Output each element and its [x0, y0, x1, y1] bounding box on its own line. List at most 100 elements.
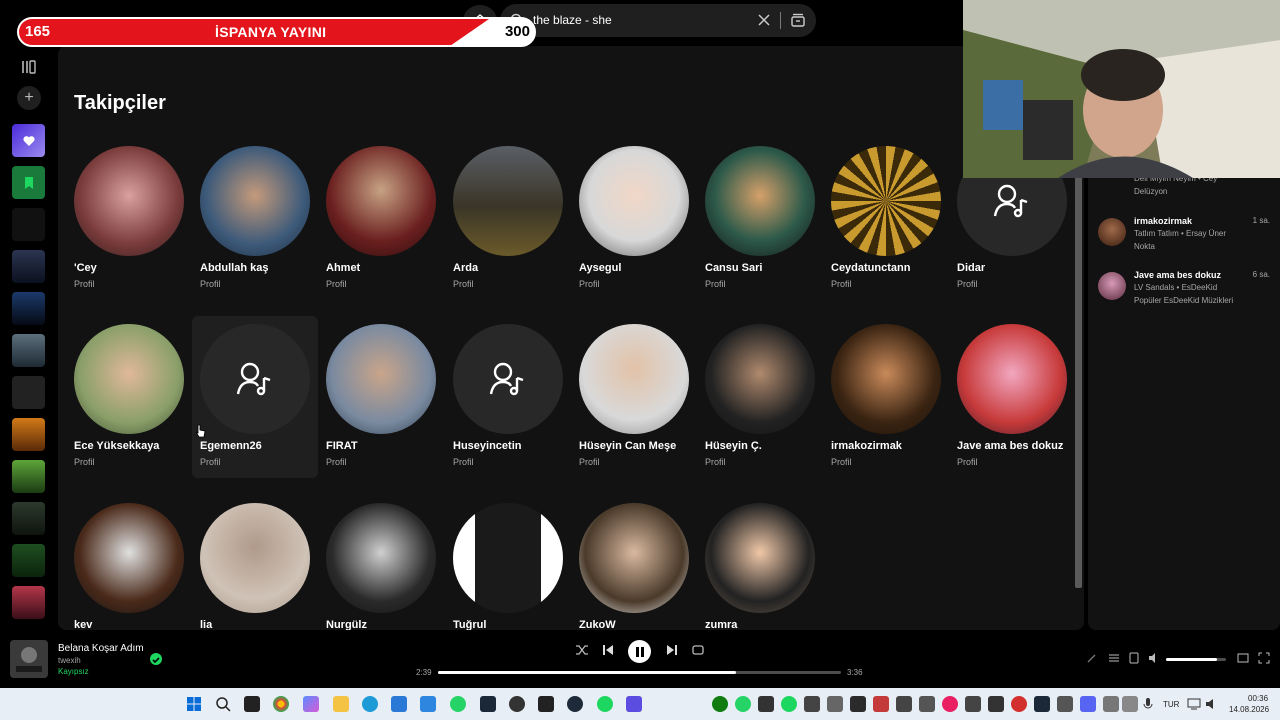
saved-episodes-thumb[interactable] [12, 166, 45, 199]
playlist-thumb[interactable] [12, 460, 45, 493]
ea-icon[interactable] [567, 696, 583, 712]
follower-card[interactable]: ZukoW [571, 495, 697, 630]
clock-date[interactable]: 14.08.2026 [1229, 705, 1269, 714]
follower-name: Cansu Sari [705, 262, 763, 274]
shuffle-icon[interactable] [574, 642, 590, 658]
scrollbar[interactable] [1075, 144, 1082, 588]
follower-card[interactable]: Ceydatunctann Profil [823, 138, 949, 300]
store-icon[interactable] [391, 696, 407, 712]
copilot-icon[interactable] [303, 696, 319, 712]
chrome-icon[interactable] [273, 696, 289, 712]
follower-card[interactable]: Ahmet Profil [318, 138, 444, 300]
avatar [453, 146, 563, 256]
follower-card[interactable]: Cansu Sari Profil [697, 138, 823, 300]
added-check-icon[interactable] [150, 653, 162, 665]
spotify-icon[interactable] [597, 696, 613, 712]
follower-card[interactable]: Jave ama bes dokuz Profil [949, 316, 1075, 478]
app-icon[interactable] [626, 696, 642, 712]
close-icon[interactable] [756, 12, 772, 28]
playlist-thumb[interactable] [12, 376, 45, 409]
steam-icon[interactable] [480, 696, 496, 712]
language-indicator[interactable]: TUR [1163, 700, 1179, 709]
track-title[interactable]: Belana Koşar Adım [58, 643, 144, 654]
follower-card[interactable]: Hüseyin Can Meşe Profil [571, 316, 697, 478]
liked-songs-thumb[interactable] [12, 124, 45, 157]
playlist-thumb[interactable] [12, 418, 45, 451]
lyrics-icon[interactable] [1086, 652, 1098, 664]
follower-name: Aysegul [579, 262, 622, 274]
search-icon[interactable] [215, 696, 231, 712]
search-query: the blaze - she [533, 13, 612, 27]
mouse-cursor [196, 424, 206, 438]
volume-icon[interactable] [1148, 652, 1160, 664]
task-view-icon[interactable] [244, 696, 260, 712]
repeat-icon[interactable] [690, 642, 706, 658]
follower-card[interactable]: Arda Profil [445, 138, 571, 300]
pause-button[interactable] [628, 640, 651, 663]
follower-card[interactable]: Nurgülz [318, 495, 444, 630]
playlist-thumb[interactable] [12, 250, 45, 283]
playlist-thumb[interactable] [12, 502, 45, 535]
follower-card[interactable]: zumra [697, 495, 823, 630]
follower-card[interactable]: Egemenn26 Profil [192, 316, 318, 478]
audio-quality-badge: Kayıpsız [58, 667, 89, 676]
volume-icon[interactable] [1204, 696, 1220, 712]
follower-card[interactable]: irmakozirmak Profil [823, 316, 949, 478]
follower-name: Hüseyin Can Meşe [579, 440, 677, 452]
follower-card[interactable]: Aysegul Profil [571, 138, 697, 300]
miniplayer-icon[interactable] [1237, 652, 1249, 664]
queue-icon[interactable] [1108, 652, 1120, 664]
windows-start-icon[interactable] [186, 696, 202, 712]
playlist-thumb[interactable] [12, 292, 45, 325]
library-icon[interactable] [20, 58, 38, 76]
follower-name: Tuğrul [453, 619, 487, 630]
volume-slider[interactable] [1166, 658, 1226, 661]
follower-card[interactable]: kev [66, 495, 192, 630]
follower-name: Nurgülz [326, 619, 367, 630]
clock-time[interactable]: 00:36 [1248, 694, 1268, 703]
follower-card[interactable]: lia [192, 495, 318, 630]
follower-card[interactable]: Huseyincetin Profil [445, 316, 571, 478]
xbox-icon [712, 696, 728, 712]
progress-bar[interactable] [438, 671, 841, 674]
playlist-thumb[interactable] [12, 334, 45, 367]
follower-card[interactable]: Hüseyin Ç. Profil [697, 316, 823, 478]
avatar [705, 503, 815, 613]
mail-icon[interactable] [420, 696, 436, 712]
follower-name: Hüseyin Ç. [705, 440, 762, 452]
follower-card[interactable]: Ece Yüksekkaya Profil [66, 316, 192, 478]
playlist-thumb[interactable] [12, 544, 45, 577]
friend-context: Popüler EsDeeKid Müzikleri [1134, 296, 1234, 305]
whatsapp-icon[interactable] [450, 696, 466, 712]
friend-track: Tatlım Tatlım • Ersay Üner [1134, 229, 1227, 238]
connect-device-icon[interactable] [1128, 652, 1140, 664]
browse-icon[interactable] [790, 12, 806, 28]
next-icon[interactable] [664, 642, 680, 658]
avatar [200, 503, 310, 613]
follower-name: Ece Yüksekkaya [74, 440, 160, 452]
file-explorer-icon[interactable] [333, 696, 349, 712]
edge-icon[interactable] [362, 696, 378, 712]
follower-name: Jave ama bes dokuz [957, 440, 1064, 452]
progress-fill [438, 671, 737, 674]
fullscreen-icon[interactable] [1258, 652, 1270, 664]
follower-card[interactable]: Tuğrul [445, 495, 571, 630]
now-playing-cover[interactable] [10, 640, 48, 678]
playlist-thumb[interactable] [12, 208, 45, 241]
app-icon[interactable] [538, 696, 554, 712]
previous-icon[interactable] [600, 642, 616, 658]
follower-card[interactable]: 'Cey Profil [66, 138, 192, 300]
playlist-thumb[interactable] [12, 586, 45, 619]
create-playlist-button[interactable]: + [17, 86, 41, 110]
avatar [831, 146, 941, 256]
avatar [200, 324, 310, 434]
microphone-icon[interactable] [1140, 696, 1156, 712]
avatar [74, 324, 184, 434]
search-input[interactable]: the blaze - she [500, 4, 816, 37]
obs-icon[interactable] [509, 696, 525, 712]
follower-card[interactable]: FIRAT Profil [318, 316, 444, 478]
network-icon[interactable] [1186, 696, 1202, 712]
webcam-image [963, 0, 1280, 178]
follower-card[interactable]: Abdullah kaş Profil [192, 138, 318, 300]
track-artist[interactable]: twexih [58, 656, 81, 665]
